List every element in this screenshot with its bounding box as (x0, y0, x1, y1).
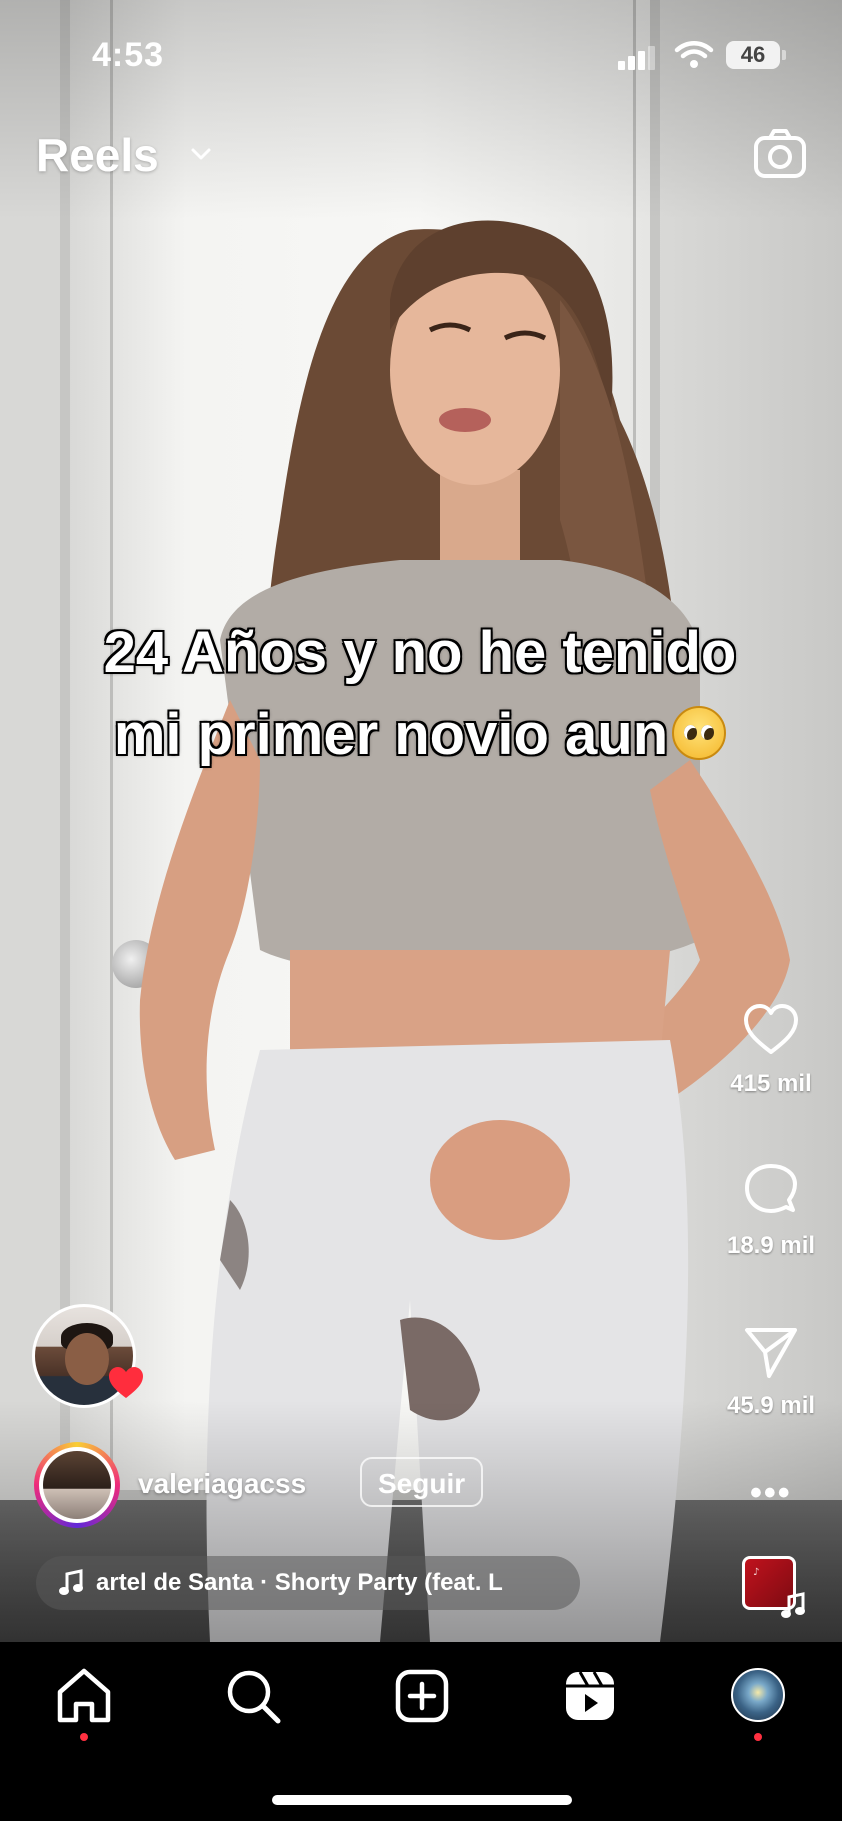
heart-icon[interactable] (741, 1000, 801, 1060)
home-indicator (272, 1795, 572, 1805)
caption-line-1: 24 Años y no he tenido (102, 619, 738, 687)
send-icon[interactable] (741, 1322, 801, 1382)
author-row: valeriagacss Seguir (34, 1442, 654, 1528)
caption-line-2-wrap: mi primer novio aun (20, 694, 820, 776)
battery-indicator: 46 (726, 41, 780, 69)
audio-track-name: artel de Santa · Shorty Party (feat. L (96, 1569, 503, 1596)
liked-heart-badge-icon (109, 1367, 143, 1398)
author-username[interactable]: valeriagacss (138, 1468, 306, 1500)
comment-count: 18.9 mil (726, 1232, 816, 1259)
home-icon[interactable] (54, 1666, 114, 1726)
share-button[interactable]: 45.9 mil (700, 1322, 842, 1420)
reels-icon[interactable] (560, 1666, 620, 1726)
music-note-icon (59, 1569, 83, 1595)
camera-icon[interactable] (752, 126, 808, 182)
follow-button[interactable]: Seguir (360, 1457, 484, 1507)
caption-line-2: mi primer novio aun (112, 701, 669, 769)
create-icon[interactable] (392, 1666, 452, 1726)
page-title[interactable]: Reels (36, 128, 159, 182)
search-icon[interactable] (223, 1666, 283, 1726)
battery-tip (782, 50, 786, 60)
status-bar: 4:53 46 (0, 0, 842, 100)
audio-track-pill[interactable]: artel de Santa · Shorty Party (feat. L (36, 1556, 580, 1610)
pleading-face-emoji-icon (672, 706, 727, 760)
share-count: 45.9 mil (726, 1392, 816, 1419)
status-time: 4:53 (92, 36, 165, 74)
profile-icon[interactable] (731, 1668, 785, 1722)
cellular-signal-icon (618, 46, 658, 70)
author-avatar[interactable] (34, 1442, 120, 1528)
comment-icon[interactable] (741, 1162, 801, 1222)
more-icon[interactable]: ••• (750, 1474, 792, 1513)
home-notification-dot (80, 1733, 88, 1741)
like-button[interactable]: 415 mil (700, 1000, 842, 1098)
comment-button[interactable]: 18.9 mil (700, 1162, 842, 1260)
chevron-down-icon[interactable] (190, 146, 212, 162)
wifi-icon (674, 41, 714, 68)
video-caption: 24 Años y no he tenido mi primer novio a… (20, 612, 820, 776)
music-note-icon (781, 1592, 805, 1618)
profile-notification-dot (754, 1733, 762, 1741)
like-count: 415 mil (730, 1070, 812, 1097)
